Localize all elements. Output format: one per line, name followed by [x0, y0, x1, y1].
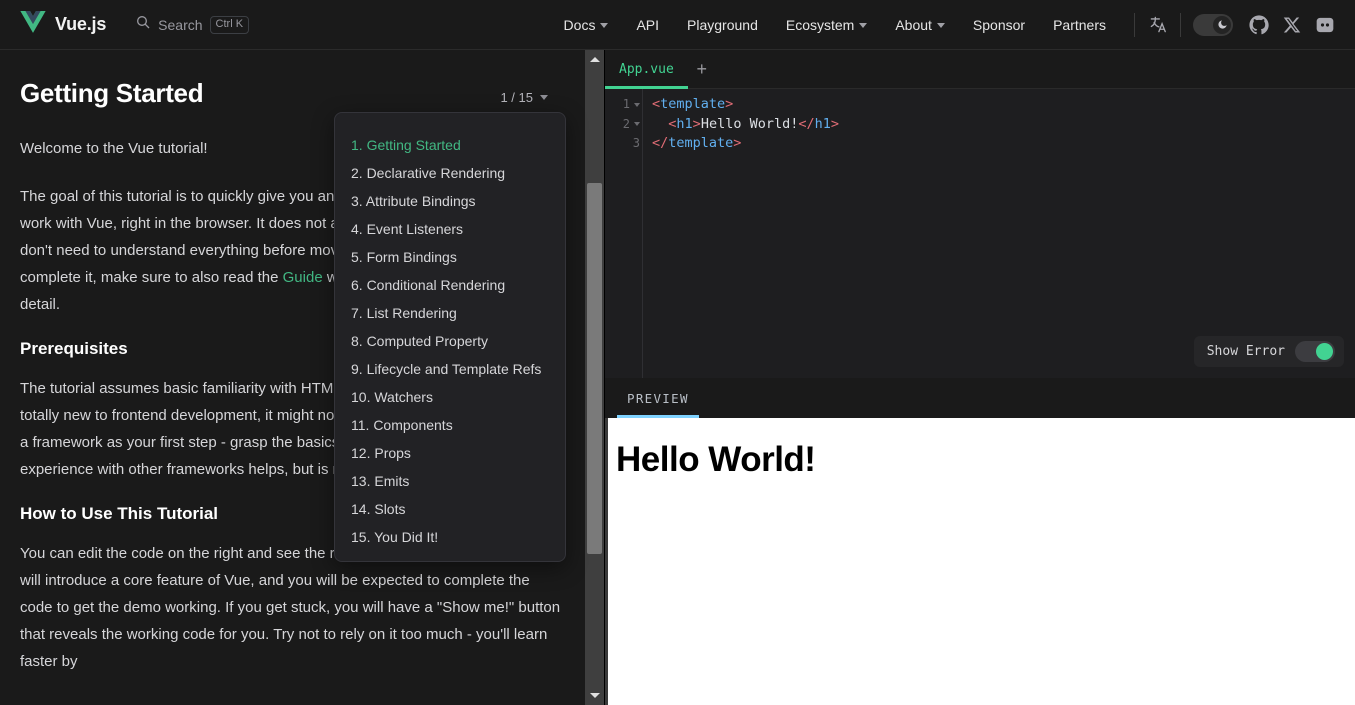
navbar-right: Docs API Playground Ecosystem About Spon… [550, 12, 1335, 37]
nav-link-sponsor-label: Sponsor [972, 16, 1026, 33]
chevron-down-icon [600, 23, 609, 28]
appearance-toggle[interactable] [1193, 13, 1233, 36]
dropdown-item-9[interactable]: 9. Lifecycle and Template Refs [335, 355, 565, 383]
dropdown-item-15[interactable]: 15. You Did It! [335, 523, 565, 551]
dropdown-item-7[interactable]: 7. List Rendering [335, 299, 565, 327]
code-line-3: 3 </template> [605, 134, 1355, 154]
add-file-button[interactable]: + [688, 50, 716, 88]
tutorial-header: Getting Started 1 / 15 [20, 78, 570, 109]
nav-link-playground[interactable]: Playground [673, 17, 772, 33]
nav-link-docs[interactable]: Docs [550, 17, 623, 33]
navbar: Vue.js Search Ctrl K Docs API Playground [0, 0, 1355, 50]
chevron-down-icon [540, 95, 548, 100]
pane-divider [604, 50, 605, 705]
code-area[interactable]: 1 <template> 2 <h1>Hello World!</h1> 3 <… [605, 89, 1355, 378]
editor-tab-app-vue[interactable]: App.vue [605, 50, 688, 89]
triangle-up-icon [589, 57, 600, 62]
step-indicator: 1 / 15 [500, 90, 533, 105]
search-icon [135, 14, 151, 35]
dropdown-item-5[interactable]: 5. Form Bindings [335, 243, 565, 271]
github-icon[interactable] [1249, 14, 1269, 35]
nav-link-about[interactable]: About [881, 17, 959, 33]
preview-tabbar: PREVIEW [605, 378, 1355, 418]
brand-name: Vue.js [55, 14, 107, 34]
nav-link-api-label: API [636, 16, 660, 33]
step-dropdown-menu: 1. Getting Started 2. Declarative Render… [334, 112, 566, 562]
search-label: Search [158, 16, 203, 33]
code-line-1: 1 <template> [605, 95, 1355, 115]
nav-link-ecosystem-label: Ecosystem [785, 16, 855, 33]
navbar-divider-2 [1180, 12, 1181, 37]
dropdown-item-11[interactable]: 11. Components [335, 411, 565, 439]
dropdown-item-13[interactable]: 13. Emits [335, 467, 565, 495]
moon-icon [1213, 15, 1231, 34]
page-title: Getting Started [20, 78, 204, 108]
dropdown-item-6[interactable]: 6. Conditional Rendering [335, 271, 565, 299]
search-button[interactable]: Search Ctrl K [135, 14, 250, 35]
x-twitter-icon[interactable] [1283, 16, 1301, 34]
scrollbar-down-arrow[interactable] [585, 686, 604, 705]
nav-link-api[interactable]: API [622, 17, 673, 33]
code-editor-pane: App.vue + 1 <template> 2 <h1>Hello World… [605, 50, 1355, 378]
scrollbar-up-arrow[interactable] [585, 50, 604, 69]
preview-heading: Hello World! [616, 440, 816, 479]
navbar-divider [1134, 12, 1135, 37]
code-text-3: </template> [652, 135, 742, 151]
code-text-1: <template> [652, 96, 734, 112]
navbar-left: Vue.js Search Ctrl K [20, 11, 250, 38]
vue-logo-icon [20, 11, 46, 38]
dropdown-item-1[interactable]: 1. Getting Started [335, 131, 565, 159]
nav-link-playground-label: Playground [687, 16, 758, 33]
triangle-down-icon [589, 693, 600, 698]
search-shortcut-badge: Ctrl K [209, 15, 250, 34]
dropdown-item-12[interactable]: 12. Props [335, 439, 565, 467]
preview-output: Hello World! [605, 418, 1355, 705]
guide-link[interactable]: Guide [283, 269, 323, 286]
show-error-control: Show Error [1193, 336, 1344, 367]
toggle-knob [1316, 343, 1333, 360]
chevron-down-icon [859, 23, 868, 28]
nav-link-partners-label: Partners [1053, 16, 1106, 33]
dropdown-item-10[interactable]: 10. Watchers [335, 383, 565, 411]
code-line-2: 2 <h1>Hello World!</h1> [605, 115, 1355, 135]
step-selector[interactable]: 1 / 15 [500, 90, 548, 105]
code-text-2: <h1>Hello World!</h1> [668, 115, 840, 132]
dropdown-item-2[interactable]: 2. Declarative Rendering [335, 159, 565, 187]
nav-link-sponsor[interactable]: Sponsor [959, 17, 1039, 33]
dropdown-item-3[interactable]: 3. Attribute Bindings [335, 187, 565, 215]
nav-links: Docs API Playground Ecosystem About Spon… [550, 17, 1120, 33]
nav-link-ecosystem[interactable]: Ecosystem [772, 17, 881, 33]
discord-icon[interactable] [1315, 15, 1335, 35]
nav-link-docs-label: Docs [563, 16, 596, 33]
nav-link-about-label: About [895, 16, 932, 33]
content-scrollbar[interactable] [585, 50, 604, 705]
dropdown-item-8[interactable]: 8. Computed Property [335, 327, 565, 355]
dropdown-item-14[interactable]: 14. Slots [335, 495, 565, 523]
show-error-label: Show Error [1206, 343, 1285, 359]
nav-link-partners[interactable]: Partners [1039, 17, 1120, 33]
show-error-toggle[interactable] [1295, 341, 1335, 362]
editor-tabbar: App.vue + [605, 50, 1355, 89]
scrollbar-thumb[interactable] [587, 183, 602, 554]
translate-language-icon[interactable] [1149, 15, 1168, 34]
dropdown-item-4[interactable]: 4. Event Listeners [335, 215, 565, 243]
preview-pane: PREVIEW Hello World! [605, 378, 1355, 705]
editor-gutter [605, 89, 643, 378]
brand-home-link[interactable]: Vue.js [20, 11, 106, 38]
tab-preview[interactable]: PREVIEW [617, 378, 699, 418]
chevron-down-icon [936, 23, 945, 28]
